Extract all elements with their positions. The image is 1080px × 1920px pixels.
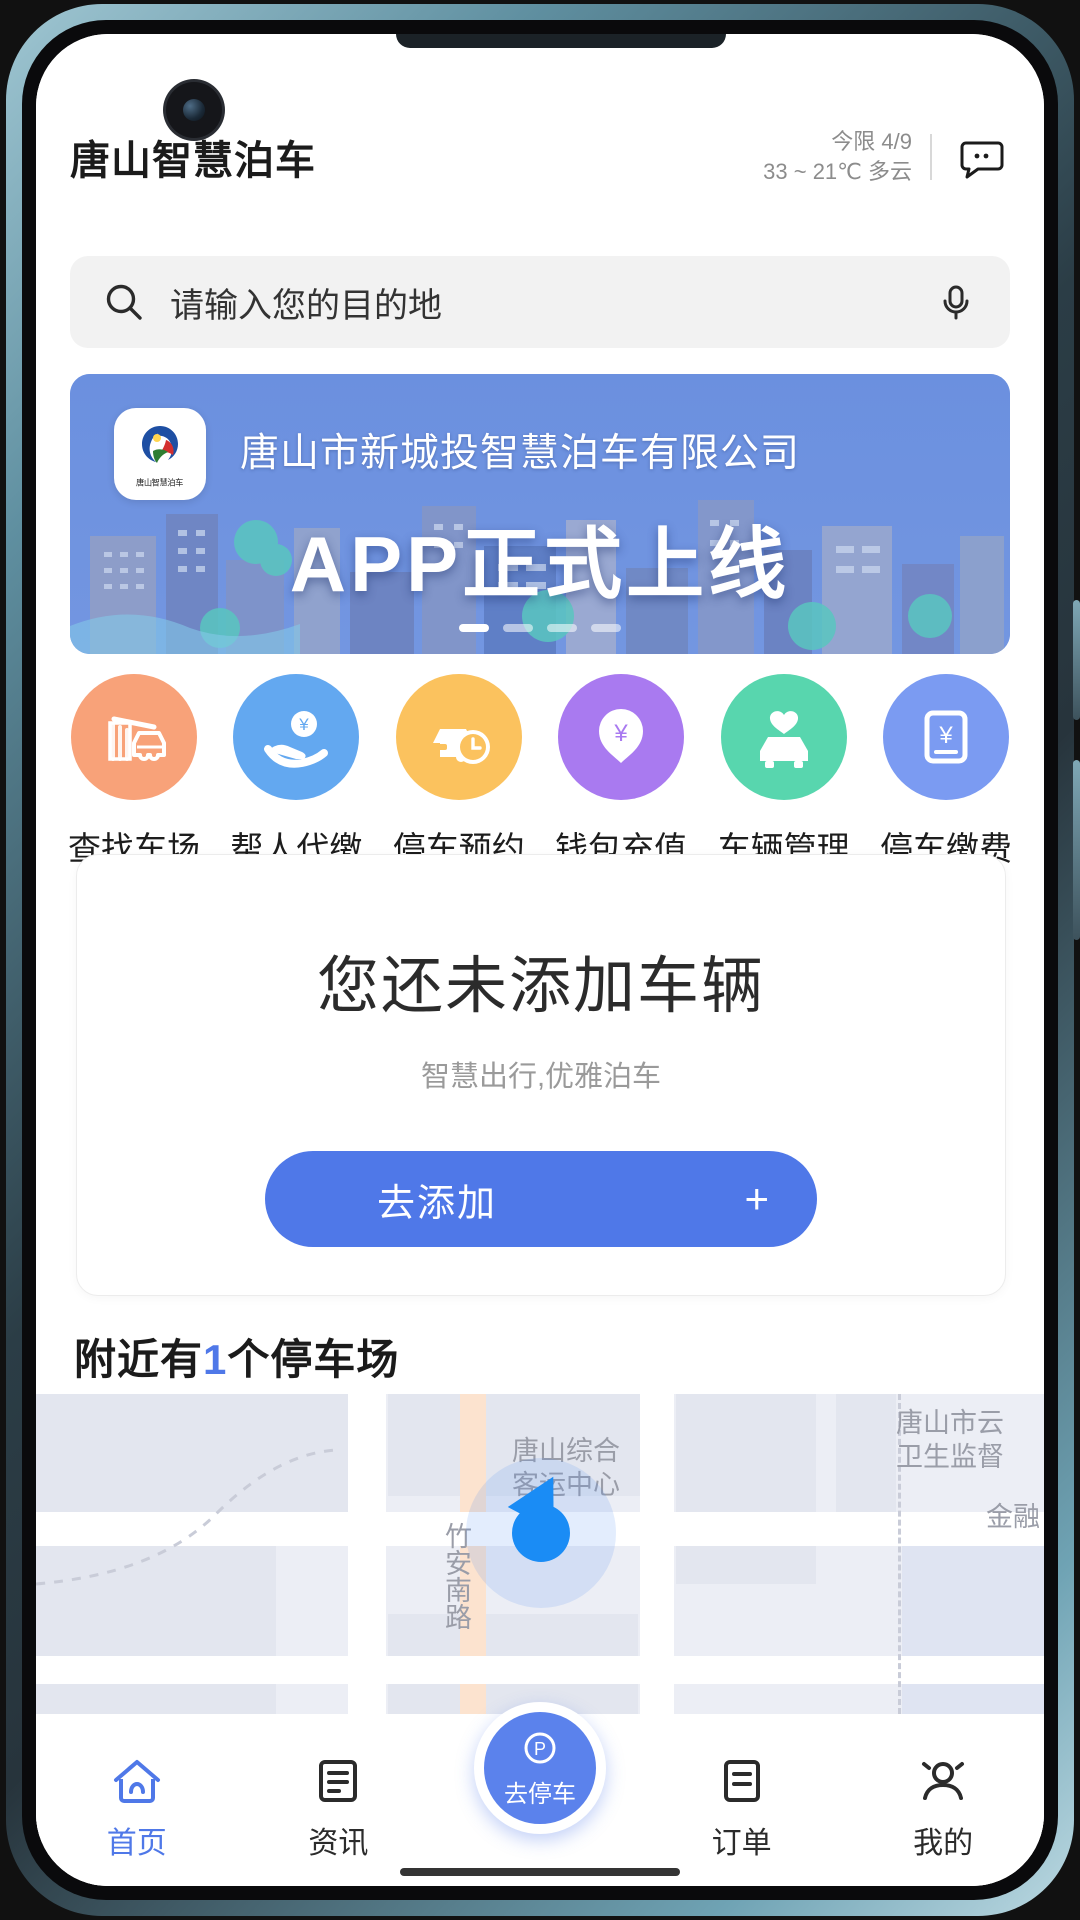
bottom-navigation: 首页 资讯 订单 我的 P 去停车 [36,1702,1044,1886]
phone-frame: 唐山智慧泊车 今限 4/9 33 ~ 21℃ 多云 请输入您的目的地 唐山智慧泊… [0,0,1080,1920]
header-divider [930,134,932,180]
map-label: 卫生监督 [896,1442,1004,1472]
banner-pagination[interactable] [70,624,1010,632]
tab-label: 首页 [106,1827,167,1860]
plus-icon: + [744,1175,769,1222]
car-heart-icon [720,674,847,800]
svg-text:¥: ¥ [938,722,953,749]
svg-text:¥: ¥ [299,715,310,734]
map-label: 金融 [986,1502,1040,1532]
quick-action-reservation[interactable]: 停车预约 [383,674,535,870]
app-header: 唐山智慧泊车 今限 4/9 33 ~ 21℃ 多云 [36,114,1044,200]
company-logo-text: 唐山智慧泊车 [136,477,184,488]
traffic-restriction-text: 今限 4/9 [831,129,912,155]
earpiece-notch [396,34,726,48]
nearby-count: 1 [203,1336,228,1383]
add-vehicle-button-label: 去添加 [377,1182,498,1225]
volume-button[interactable] [1073,600,1080,720]
weather-info: 今限 4/9 33 ~ 21℃ 多云 [763,127,912,186]
app-root: 唐山智慧泊车 今限 4/9 33 ~ 21℃ 多云 请输入您的目的地 唐山智慧泊… [36,34,1044,1886]
current-location-icon [512,1504,570,1562]
tab-label: 资讯 [308,1827,369,1860]
map-label-street: 竹安南路 [441,1522,471,1630]
news-icon [311,1752,365,1810]
svg-text:P: P [534,1739,546,1759]
company-logo: 唐山智慧泊车 [114,408,206,500]
home-indicator [400,1868,680,1876]
power-button[interactable] [1073,760,1080,940]
tab-news[interactable]: 资讯 [238,1752,440,1862]
nearby-suffix: 个停车场 [227,1336,400,1383]
chat-bubble-icon[interactable] [954,129,1010,185]
nearby-prefix: 附近有 [74,1336,204,1383]
quick-action-vehicle-management[interactable]: 车辆管理 [708,674,860,870]
quick-action-wallet-topup[interactable]: ¥ 钱包充值 [545,674,697,870]
banner-dot[interactable] [547,624,577,632]
tab-profile[interactable]: 我的 [842,1752,1044,1862]
banner-headline: APP正式上线 [289,520,791,608]
banner-company-name: 唐山市新城投智慧泊车有限公司 [240,432,801,475]
parking-pin-icon: P [524,1732,556,1763]
no-vehicle-subtitle: 智慧出行,优雅泊车 [420,1061,662,1093]
promo-banner[interactable]: 唐山智慧泊车 唐山市新城投智慧泊车有限公司 APP正式上线 [70,374,1010,654]
page-title: 唐山智慧泊车 [70,139,316,183]
tab-orders[interactable]: 订单 [641,1752,843,1862]
yuan-download-icon: ¥ [558,674,685,800]
banner-dot[interactable] [503,624,533,632]
map-view[interactable]: 唐山综合 客运中心 唐山市云 卫生监督 金融 竹安南路 [36,1394,1044,1714]
microphone-icon[interactable] [932,278,980,326]
banner-dot[interactable] [591,624,621,632]
map-curve [36,1448,337,1586]
map-label: 唐山市云 [896,1408,1004,1438]
barrier-car-icon [71,674,197,800]
go-park-button[interactable]: P 去停车 [474,1702,606,1834]
car-clock-icon [395,674,522,800]
tab-label: 我的 [913,1827,974,1860]
weather-temperature-text: 33 ~ 21℃ 多云 [763,159,912,184]
search-icon [100,278,148,326]
tab-label: 订单 [711,1827,772,1860]
hand-yuan-coin-icon: ¥ [233,674,360,800]
go-park-button-label: 去停车 [504,1780,576,1808]
no-vehicle-title: 您还未添加车辆 [316,952,765,1021]
search-placeholder: 请输入您的目的地 [170,286,442,325]
quick-action-pay-for-others[interactable]: ¥ 帮人代缴 [220,674,372,870]
order-icon [715,1752,769,1810]
parking-payment-icon: ¥ [882,674,1009,800]
banner-dot[interactable] [459,624,489,632]
quick-actions-grid: 查找车场 ¥ 帮人代缴 停车预约 ¥ 钱包充值 车辆管理 ¥ 停车缴费 [58,674,1022,870]
quick-action-find-parking[interactable]: 查找车场 [58,674,210,870]
phone-screen: 唐山智慧泊车 今限 4/9 33 ~ 21℃ 多云 请输入您的目的地 唐山智慧泊… [36,34,1044,1886]
svg-text:¥: ¥ [613,720,628,747]
profile-icon [916,1752,970,1810]
home-icon [110,1752,164,1810]
add-vehicle-button[interactable]: 去添加 + [265,1151,817,1247]
search-input[interactable]: 请输入您的目的地 [70,256,1010,348]
quick-action-parking-payment[interactable]: ¥ 停车缴费 [870,674,1022,870]
tab-home[interactable]: 首页 [36,1752,238,1862]
no-vehicle-card: 您还未添加车辆 智慧出行,优雅泊车 去添加 + [76,854,1006,1296]
nearby-parking-title: 附近有1个停车场 [74,1326,399,1387]
